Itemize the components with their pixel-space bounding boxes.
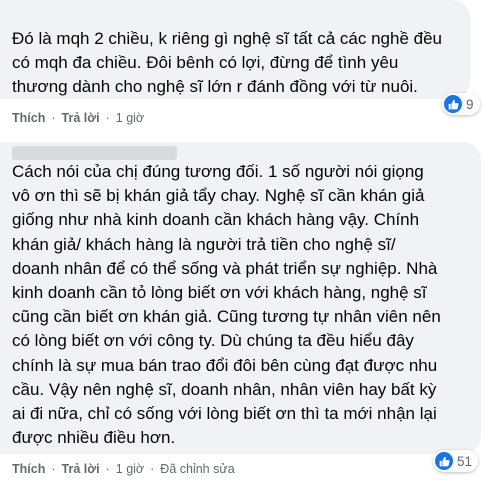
separator: · (51, 462, 56, 476)
redacted-author-name (12, 146, 177, 160)
timestamp[interactable]: 1 giờ (116, 111, 144, 125)
separator: · (150, 462, 155, 476)
reaction-count: 9 (466, 96, 474, 112)
reaction-count: 51 (457, 453, 473, 469)
like-link[interactable]: Thích (12, 462, 45, 476)
comment-actions: Thích · Trả lời · 1 giờ (12, 111, 144, 125)
like-link[interactable]: Thích (12, 111, 45, 125)
reply-link[interactable]: Trả lời (62, 462, 100, 476)
thumbs-up-icon (435, 452, 453, 470)
comment-text: Cách nói của chị đúng tương đối. 1 số ng… (12, 162, 441, 448)
timestamp[interactable]: 1 giờ (116, 462, 144, 476)
reply-link[interactable]: Trả lời (62, 111, 100, 125)
separator: · (51, 111, 56, 125)
comment-text: Đó là mqh 2 chiều, k riêng gì nghệ sĩ tấ… (12, 29, 442, 96)
comment-bubble-1: Đó là mqh 2 chiều, k riêng gì nghệ sĩ tấ… (0, 0, 470, 99)
thumbs-up-icon (444, 95, 462, 113)
reaction-summary[interactable]: 51 (433, 450, 479, 472)
edited-label[interactable]: Đã chỉnh sửa (160, 462, 234, 476)
separator: · (105, 462, 110, 476)
comment-bubble-2: Cách nói của chị đúng tương đối. 1 số ng… (0, 142, 481, 454)
comment-actions: Thích · Trả lời · 1 giờ · Đã chỉnh sửa (12, 462, 235, 476)
separator: · (105, 111, 110, 125)
reaction-summary[interactable]: 9 (442, 93, 480, 115)
